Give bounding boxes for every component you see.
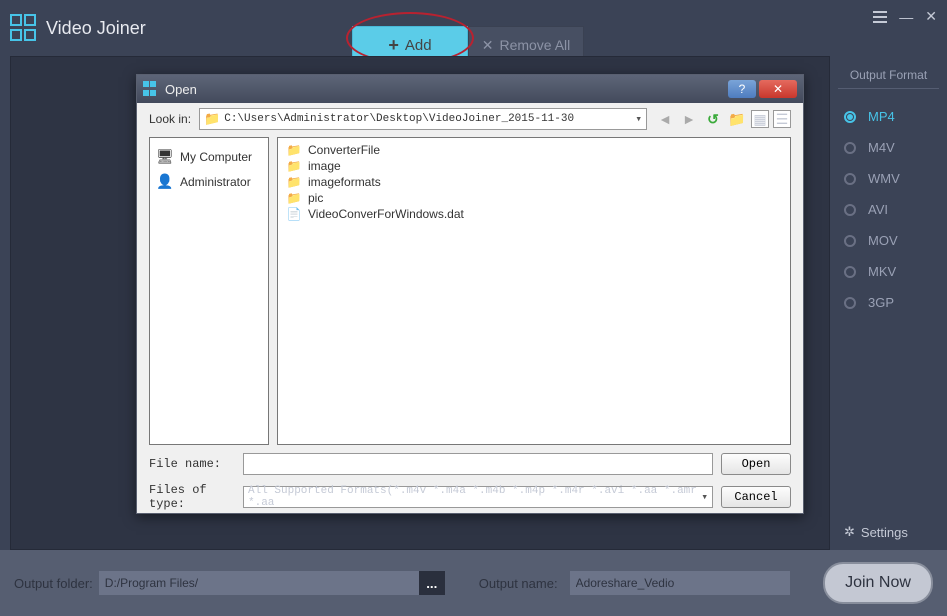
remove-all-label: Remove All xyxy=(499,37,570,53)
filetype-value: All Supported Formats(*.m4v *.m4a *.m4b … xyxy=(248,485,701,509)
x-icon: ✕ xyxy=(482,37,494,54)
filetype-label: Files of type: xyxy=(149,483,235,511)
format-option-wmv[interactable]: WMV xyxy=(838,163,939,194)
radio-icon xyxy=(844,266,856,278)
dialog-app-icon xyxy=(143,81,159,97)
format-label: 3GP xyxy=(868,295,894,310)
view-icons-button[interactable]: ▦ xyxy=(751,110,769,128)
output-name-label: Output name: xyxy=(479,576,558,591)
filename-label: File name: xyxy=(149,457,235,471)
plus-icon: + xyxy=(388,35,399,56)
format-label: WMV xyxy=(868,171,900,186)
format-label: MKV xyxy=(868,264,896,279)
lookin-combo[interactable]: 📁 C:\Users\Administrator\Desktop\VideoJo… xyxy=(199,108,647,130)
join-now-button[interactable]: Join Now xyxy=(823,562,933,604)
dialog-close-button[interactable]: ✕ xyxy=(759,80,797,98)
file-name: imageformats xyxy=(308,175,381,189)
cancel-button[interactable]: Cancel xyxy=(721,486,791,508)
folder-icon: 📁 xyxy=(286,191,302,205)
place-label: Administrator xyxy=(180,175,251,189)
place-item[interactable]: 🖥 My Computer xyxy=(154,144,264,169)
place-icon: 👤 xyxy=(156,173,174,190)
menu-icon[interactable] xyxy=(873,11,887,23)
format-option-m4v[interactable]: M4V xyxy=(838,132,939,163)
format-option-3gp[interactable]: 3GP xyxy=(838,287,939,318)
format-label: AVI xyxy=(868,202,888,217)
minimize-icon[interactable]: — xyxy=(899,9,913,25)
format-option-mov[interactable]: MOV xyxy=(838,225,939,256)
output-format-sidebar: Output Format MP4 M4V WMV AVI MOV MKV 3GP ✲ Se… xyxy=(830,56,947,550)
folder-icon: 📁 xyxy=(286,143,302,157)
open-dialog: Open ? ✕ Look in: 📁 C:\Users\Administrat… xyxy=(136,74,804,514)
chevron-down-icon: ▾ xyxy=(701,490,708,504)
radio-icon xyxy=(844,235,856,247)
format-option-avi[interactable]: AVI xyxy=(838,194,939,225)
nav-back-icon[interactable]: ◄ xyxy=(655,109,675,129)
open-button[interactable]: Open xyxy=(721,453,791,475)
output-name-input[interactable] xyxy=(570,571,790,595)
sidebar-title: Output Format xyxy=(838,68,939,82)
browse-folder-button[interactable]: ... xyxy=(419,571,445,595)
nav-forward-icon[interactable]: ► xyxy=(679,109,699,129)
app-logo-icon xyxy=(10,14,38,42)
file-name: pic xyxy=(308,191,323,205)
format-label: MP4 xyxy=(868,109,895,124)
file-item[interactable]: 📁 image xyxy=(284,158,784,174)
view-list-button[interactable]: ☰ xyxy=(773,110,791,128)
dialog-title: Open xyxy=(165,82,725,97)
file-item[interactable]: 📁 ConverterFile xyxy=(284,142,784,158)
folder-icon: 📁 xyxy=(286,159,302,173)
output-folder-input[interactable] xyxy=(99,571,419,595)
close-window-icon[interactable]: ✕ xyxy=(925,8,937,25)
lookin-label: Look in: xyxy=(149,112,191,126)
gear-icon: ✲ xyxy=(844,524,855,540)
file-name: VideoConverForWindows.dat xyxy=(308,207,464,221)
radio-icon xyxy=(844,142,856,154)
file-item[interactable]: 📁 pic xyxy=(284,190,784,206)
radio-icon xyxy=(844,111,856,123)
app-title: Video Joiner xyxy=(46,18,146,39)
place-label: My Computer xyxy=(180,150,252,164)
format-option-mkv[interactable]: MKV xyxy=(838,256,939,287)
radio-icon xyxy=(844,204,856,216)
dialog-help-button[interactable]: ? xyxy=(728,80,756,98)
chevron-down-icon: ▾ xyxy=(635,112,642,126)
format-label: MOV xyxy=(868,233,898,248)
settings-link[interactable]: ✲ Settings xyxy=(844,524,908,540)
add-button-label: Add xyxy=(405,37,432,54)
dialog-titlebar: Open ? ✕ xyxy=(137,75,803,103)
file-list-panel: 📁 ConverterFile 📁 image 📁 imageformats 📁 pic 📄 Vi… xyxy=(277,137,791,445)
file-item[interactable]: 📄 VideoConverForWindows.dat xyxy=(284,206,784,222)
radio-icon xyxy=(844,297,856,309)
filetype-combo[interactable]: All Supported Formats(*.m4v *.m4a *.m4b … xyxy=(243,486,713,508)
places-panel: 🖥 My Computer 👤 Administrator xyxy=(149,137,269,445)
format-option-mp4[interactable]: MP4 xyxy=(838,101,939,132)
file-item[interactable]: 📁 imageformats xyxy=(284,174,784,190)
lookin-path: C:\Users\Administrator\Desktop\VideoJoin… xyxy=(224,113,574,125)
settings-label: Settings xyxy=(861,525,908,540)
folder-icon: 📁 xyxy=(204,112,220,127)
format-label: M4V xyxy=(868,140,895,155)
footer-bar: Output folder: ... Output name: Join Now xyxy=(0,550,947,616)
output-folder-label: Output folder: xyxy=(14,576,93,591)
radio-icon xyxy=(844,173,856,185)
place-icon: 🖥 xyxy=(156,148,174,165)
place-item[interactable]: 👤 Administrator xyxy=(154,169,264,194)
file-icon: 📄 xyxy=(286,207,302,221)
file-name: ConverterFile xyxy=(308,143,380,157)
new-folder-icon[interactable]: 📁 xyxy=(727,109,747,129)
filename-input[interactable] xyxy=(243,453,713,475)
folder-icon: 📁 xyxy=(286,175,302,189)
nav-up-icon[interactable]: ↺ xyxy=(703,109,723,129)
file-name: image xyxy=(308,159,341,173)
